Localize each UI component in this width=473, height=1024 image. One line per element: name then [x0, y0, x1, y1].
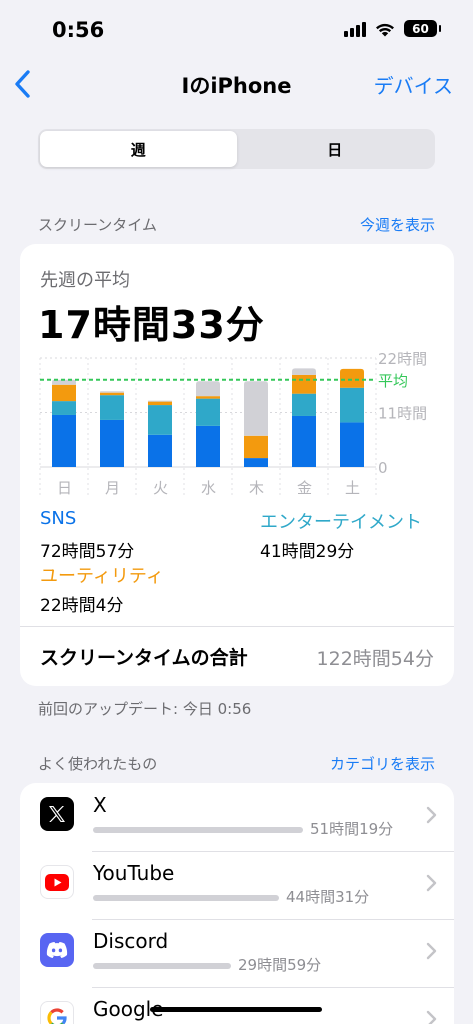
average-value: 17時間33分 [38, 303, 265, 347]
status-time: 0:56 [52, 18, 105, 42]
status-icons: 60 [344, 20, 441, 37]
average-label: 先週の平均 [40, 270, 130, 291]
navigation-bar: IのiPhone デバイス [0, 62, 473, 106]
average-label: 平均 [378, 372, 408, 390]
app-row-x[interactable]: X 51時間19分 [20, 783, 454, 851]
home-indicator[interactable] [150, 1007, 322, 1012]
app-usage-time: 29時間59分 [238, 956, 322, 974]
screen-time-section-header: スクリーンタイム 今週を表示 [38, 214, 435, 235]
app-usage-bar [93, 895, 279, 901]
total-screen-time-row: スクリーンタイムの合計 122時間54分 [20, 626, 454, 686]
cellular-signal-icon [344, 21, 366, 37]
x-logo-icon [40, 797, 74, 831]
chevron-right-icon [426, 942, 437, 960]
screen-time-summary-card[interactable]: 先週の平均 17時間33分 日 月 火 水 木 金 土 22時間 11時間 0 平均 SNS 72時… [20, 244, 454, 686]
category-entertainment-label: エンターテイメント [260, 512, 422, 533]
bar-火-エンターテイメント [148, 405, 172, 435]
section-label: よく使われたもの [38, 755, 158, 773]
most-used-section-header: よく使われたもの カテゴリを表示 [38, 753, 435, 774]
x-tick-label: 月 [105, 479, 120, 497]
x-tick-label: 土 [345, 479, 360, 497]
show-categories-link[interactable]: カテゴリを表示 [330, 753, 435, 774]
y-tick-label: 22時間 [378, 350, 427, 368]
x-tick-label: 日 [57, 479, 72, 497]
bar-火-SNS [148, 434, 172, 467]
segment-week[interactable]: 週 [40, 131, 237, 167]
bar-金-other [292, 368, 316, 375]
bar-土-エンターテイメント [340, 387, 364, 423]
app-row-youtube[interactable]: YouTube 44時間31分 [20, 851, 454, 919]
last-update-note: 前回のアップデート: 今日 0:56 [38, 700, 252, 718]
segment-day[interactable]: 日 [237, 131, 434, 167]
category-utility-time: 22時間4分 [40, 596, 124, 616]
app-name: YouTube [93, 861, 175, 885]
app-usage-bar [93, 827, 303, 833]
bar-土-SNS [340, 422, 364, 467]
bar-金-エンターテイメント [292, 393, 316, 416]
y-tick-label: 0 [378, 459, 388, 477]
show-this-week-link[interactable]: 今週を表示 [360, 214, 435, 235]
bar-水-other [196, 381, 220, 397]
app-row-google[interactable]: Google [20, 987, 454, 1024]
bar-木-other [244, 381, 268, 436]
bar-月-other [100, 391, 124, 393]
youtube-logo-icon [40, 865, 74, 899]
app-usage-time: 44時間31分 [286, 888, 370, 906]
x-tick-label: 木 [249, 479, 264, 497]
bar-月-SNS [100, 419, 124, 467]
app-usage-time: 51時間19分 [310, 820, 394, 838]
bar-日-SNS [52, 414, 76, 467]
bar-木-ユーティリティ [244, 435, 268, 459]
battery-icon: 60 [404, 20, 441, 37]
category-entertainment-time: 41時間29分 [260, 542, 355, 562]
total-label: スクリーンタイムの合計 [40, 647, 248, 669]
app-name: X [93, 793, 107, 817]
category-utility-label: ユーティリティ [40, 566, 164, 587]
bar-水-ユーティリティ [196, 396, 220, 399]
chevron-right-icon [426, 874, 437, 892]
app-row-discord[interactable]: Discord 29時間59分 [20, 919, 454, 987]
bar-水-エンターテイメント [196, 398, 220, 426]
x-tick-label: 火 [153, 479, 168, 497]
section-label: スクリーンタイム [38, 216, 157, 234]
x-tick-label: 金 [297, 479, 312, 497]
bar-月-ユーティリティ [100, 392, 124, 396]
category-sns-label: SNS [40, 508, 77, 529]
most-used-apps-list: X 51時間19分 YouTube 44時間31分 Discord 29時間59… [20, 783, 454, 1024]
bar-土-ユーティリティ [340, 368, 364, 388]
app-usage-bar [93, 963, 231, 969]
bar-月-エンターテイメント [100, 395, 124, 420]
bar-木-SNS [244, 458, 268, 467]
app-name: Discord [93, 929, 169, 953]
x-tick-label: 水 [201, 479, 216, 497]
bar-水-SNS [196, 425, 220, 467]
period-segmented-control: 週 日 [38, 129, 435, 169]
total-value: 122時間54分 [316, 648, 434, 670]
discord-logo-icon [40, 933, 74, 967]
chevron-right-icon [426, 806, 437, 824]
chevron-right-icon [426, 1010, 437, 1024]
bar-日-エンターテイメント [52, 401, 76, 415]
bar-日-ユーティリティ [52, 384, 76, 402]
bar-金-ユーティリティ [292, 374, 316, 394]
category-sns-time: 72時間57分 [40, 542, 135, 562]
status-bar: 0:56 60 [0, 0, 473, 64]
bar-金-SNS [292, 415, 316, 467]
y-tick-label: 11時間 [378, 405, 427, 423]
wifi-icon [376, 23, 394, 36]
devices-button[interactable]: デバイス [374, 70, 453, 99]
google-logo-icon [40, 1001, 74, 1024]
bar-火-other [148, 400, 172, 402]
bar-火-ユーティリティ [148, 401, 172, 406]
